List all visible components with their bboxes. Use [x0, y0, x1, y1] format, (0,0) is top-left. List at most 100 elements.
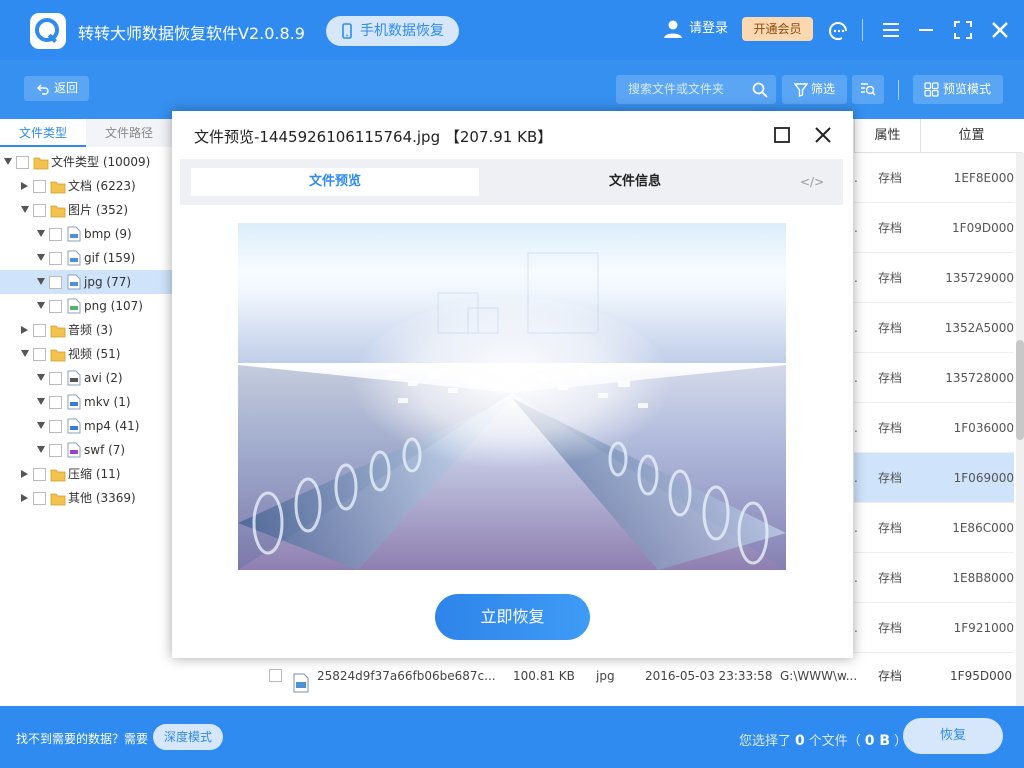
row-checkbox[interactable]: [269, 669, 282, 682]
search-input[interactable]: 搜索文件或文件夹: [616, 75, 776, 104]
title-bar: 转转大师数据恢复软件V2.0.8.9 手机数据恢复 请登录 开通会员: [0, 0, 1024, 60]
tree-item-label: jpg (77): [84, 275, 132, 289]
column-header-position[interactable]: 位置: [920, 119, 1022, 153]
table-row[interactable]: . 存档 1F921000: [854, 603, 1014, 653]
folder-icon: [50, 490, 66, 514]
tree-checkbox[interactable]: [33, 204, 46, 217]
expand-arrow-icon[interactable]: [21, 350, 29, 357]
selection-summary: 您选择了 0 个文件（ 0 B）: [739, 730, 907, 749]
mobile-recovery-button[interactable]: 手机数据恢复: [326, 16, 459, 46]
expand-arrow-icon[interactable]: [37, 422, 45, 429]
filter-button[interactable]: 筛选: [782, 75, 847, 104]
menu-icon[interactable]: [879, 18, 903, 42]
tree-checkbox[interactable]: [33, 180, 46, 193]
tree-item[interactable]: bmp (9): [0, 222, 172, 246]
table-row[interactable]: . 存档 1E86C000: [854, 503, 1014, 553]
support-icon[interactable]: [826, 18, 850, 42]
back-button[interactable]: 返回: [24, 76, 89, 101]
recover-now-button[interactable]: 立即恢复: [435, 594, 590, 640]
tree-item[interactable]: mkv (1): [0, 390, 172, 414]
tab-file-type[interactable]: 文件类型: [0, 119, 86, 147]
collapse-arrow-icon[interactable]: [21, 470, 28, 478]
expand-arrow-icon[interactable]: [21, 206, 29, 213]
tree-item[interactable]: jpg (77): [0, 270, 172, 294]
expand-arrow-icon[interactable]: [37, 278, 45, 285]
tab-file-info[interactable]: 文件信息: [480, 168, 790, 196]
tree-checkbox[interactable]: [16, 156, 29, 169]
tree-item[interactable]: mp4 (41): [0, 414, 172, 438]
tree-checkbox[interactable]: [49, 372, 62, 385]
preview-mode-button[interactable]: 预览模式: [913, 75, 1003, 104]
minimize-icon[interactable]: [914, 18, 938, 42]
tree-checkbox[interactable]: [33, 468, 46, 481]
tree-item[interactable]: avi (2): [0, 366, 172, 390]
table-row[interactable]: . 存档 1E8B8000: [854, 553, 1014, 603]
table-row[interactable]: . 存档 1F036000: [854, 403, 1014, 453]
expand-arrow-icon[interactable]: [37, 374, 45, 381]
tab-file-path[interactable]: 文件路径: [86, 119, 172, 147]
preview-mode-label: 预览模式: [943, 82, 992, 96]
vip-button[interactable]: 开通会员: [742, 17, 813, 41]
grid-icon: [924, 82, 939, 97]
file-name: 25824d9f37a66fb06be687c...: [317, 669, 496, 683]
maximize-icon[interactable]: [772, 125, 792, 145]
table-row[interactable]: . 存档 1F069000: [854, 453, 1014, 503]
tree-checkbox[interactable]: [49, 252, 62, 265]
search-placeholder: 搜索文件或文件夹: [628, 82, 725, 96]
tree-checkbox[interactable]: [49, 276, 62, 289]
tree-checkbox[interactable]: [49, 300, 62, 313]
collapse-arrow-icon[interactable]: [21, 494, 28, 502]
phone-icon: [342, 23, 352, 39]
table-row[interactable]: . 存档 135729000: [854, 253, 1014, 303]
expand-arrow-icon[interactable]: [37, 230, 45, 237]
tree-checkbox[interactable]: [33, 492, 46, 505]
tree-item[interactable]: 文件类型 (10009): [0, 150, 172, 174]
login-button[interactable]: 请登录: [663, 18, 728, 40]
login-label: 请登录: [689, 21, 729, 36]
code-view-icon[interactable]: </>: [800, 168, 824, 196]
tab-file-preview[interactable]: 文件预览: [191, 168, 479, 196]
dialog-close-icon[interactable]: [812, 124, 834, 146]
collapse-arrow-icon[interactable]: [21, 182, 28, 190]
tree-item[interactable]: 图片 (352): [0, 198, 172, 222]
search-icon[interactable]: [752, 82, 768, 98]
expand-arrow-icon[interactable]: [37, 254, 45, 261]
find-in-list-button[interactable]: [852, 75, 884, 104]
expand-arrow-icon[interactable]: [4, 158, 12, 165]
recover-button[interactable]: 恢复: [903, 718, 1003, 754]
table-row[interactable]: 25824d9f37a66fb06be687c... 100.81 KB jpg…: [260, 651, 1014, 701]
tree-item[interactable]: 文档 (6223): [0, 174, 172, 198]
attribute-cell: 存档: [878, 421, 903, 435]
deep-mode-button[interactable]: 深度模式: [153, 724, 223, 750]
tree-item[interactable]: gif (159): [0, 246, 172, 270]
list-scrollbar-thumb[interactable]: [1016, 340, 1024, 440]
file-type: jpg: [596, 669, 615, 683]
tree-checkbox[interactable]: [33, 348, 46, 361]
fullscreen-icon[interactable]: [951, 18, 975, 42]
position-cell: 1E86C000: [952, 521, 1014, 535]
position-cell: 1E8B8000: [952, 571, 1014, 585]
table-row[interactable]: . 存档 1352A5000: [854, 303, 1014, 353]
position-cell: 135729000: [945, 271, 1014, 285]
column-header-attribute[interactable]: 属性: [854, 119, 920, 153]
tree-checkbox[interactable]: [33, 324, 46, 337]
tree-checkbox[interactable]: [49, 444, 62, 457]
tree-checkbox[interactable]: [49, 420, 62, 433]
table-row[interactable]: . 存档 1F09D000: [854, 203, 1014, 253]
tree-item[interactable]: png (107): [0, 294, 172, 318]
tree-checkbox[interactable]: [49, 396, 62, 409]
tree-item[interactable]: swf (7): [0, 438, 172, 462]
close-icon[interactable]: [988, 18, 1012, 42]
table-row[interactable]: . 存档 1EF8E000: [854, 153, 1014, 203]
tree-item[interactable]: 视频 (51): [0, 342, 172, 366]
collapse-arrow-icon[interactable]: [21, 326, 28, 334]
tree-checkbox[interactable]: [49, 228, 62, 241]
expand-arrow-icon[interactable]: [37, 302, 45, 309]
tree-item[interactable]: 压缩 (11): [0, 462, 172, 486]
selection-mid: 个文件（: [808, 734, 861, 749]
table-row[interactable]: . 存档 135728000: [854, 353, 1014, 403]
expand-arrow-icon[interactable]: [37, 446, 45, 453]
expand-arrow-icon[interactable]: [37, 398, 45, 405]
tree-item[interactable]: 音频 (3): [0, 318, 172, 342]
tree-item[interactable]: 其他 (3369): [0, 486, 172, 510]
